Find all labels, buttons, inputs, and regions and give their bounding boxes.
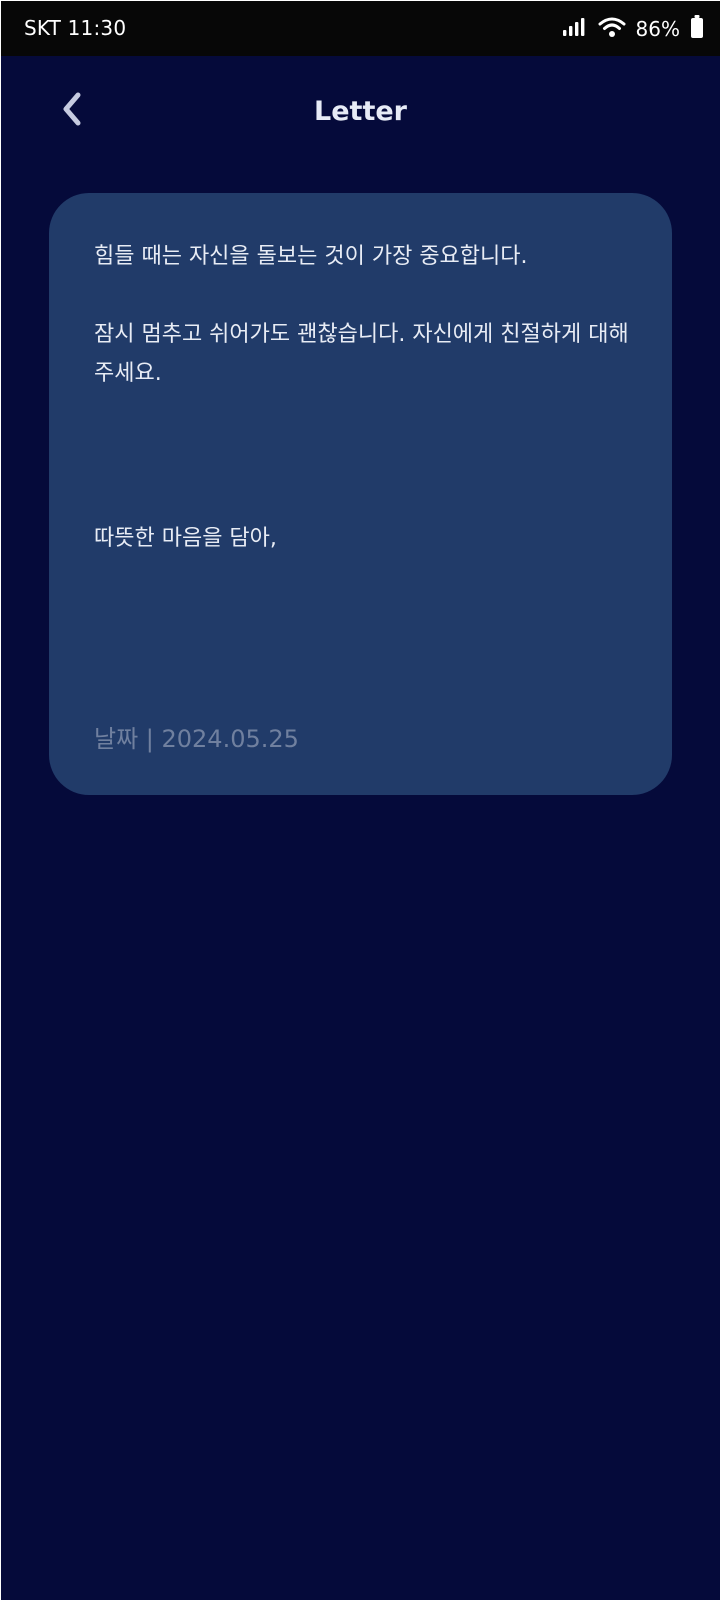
letter-card: 힘들 때는 자신을 돌보는 것이 가장 중요합니다. 잠시 멈추고 쉬어가도 괜… (49, 193, 672, 795)
wifi-icon (598, 16, 626, 42)
status-bar: SKT 11:30 86% (1, 1, 720, 56)
battery-percent: 86% (635, 17, 680, 41)
app-screen: SKT 11:30 86% Letter 힘들 때는 자신을 돌보는 것이 가장… (1, 1, 720, 1600)
letter-paragraph-2: 잠시 멈추고 쉬어가도 괜찮습니다. 자신에게 친절하게 대해주세요. (94, 322, 629, 386)
battery-icon (690, 15, 704, 43)
letter-paragraph-1: 힘들 때는 자신을 돌보는 것이 가장 중요합니다. (94, 244, 528, 269)
letter-date: 날짜 | 2024.05.25 (94, 725, 299, 753)
status-indicators: 86% (562, 15, 704, 43)
letter-body: 힘들 때는 자신을 돌보는 것이 가장 중요합니다. 잠시 멈추고 쉬어가도 괜… (94, 237, 631, 558)
page-title: Letter (314, 96, 407, 127)
carrier-time: SKT 11:30 (24, 16, 127, 40)
top-app-bar: Letter (1, 56, 720, 168)
cellular-signal-icon (562, 17, 588, 41)
letter-closing: 따뜻한 마음을 담아, (94, 526, 277, 551)
